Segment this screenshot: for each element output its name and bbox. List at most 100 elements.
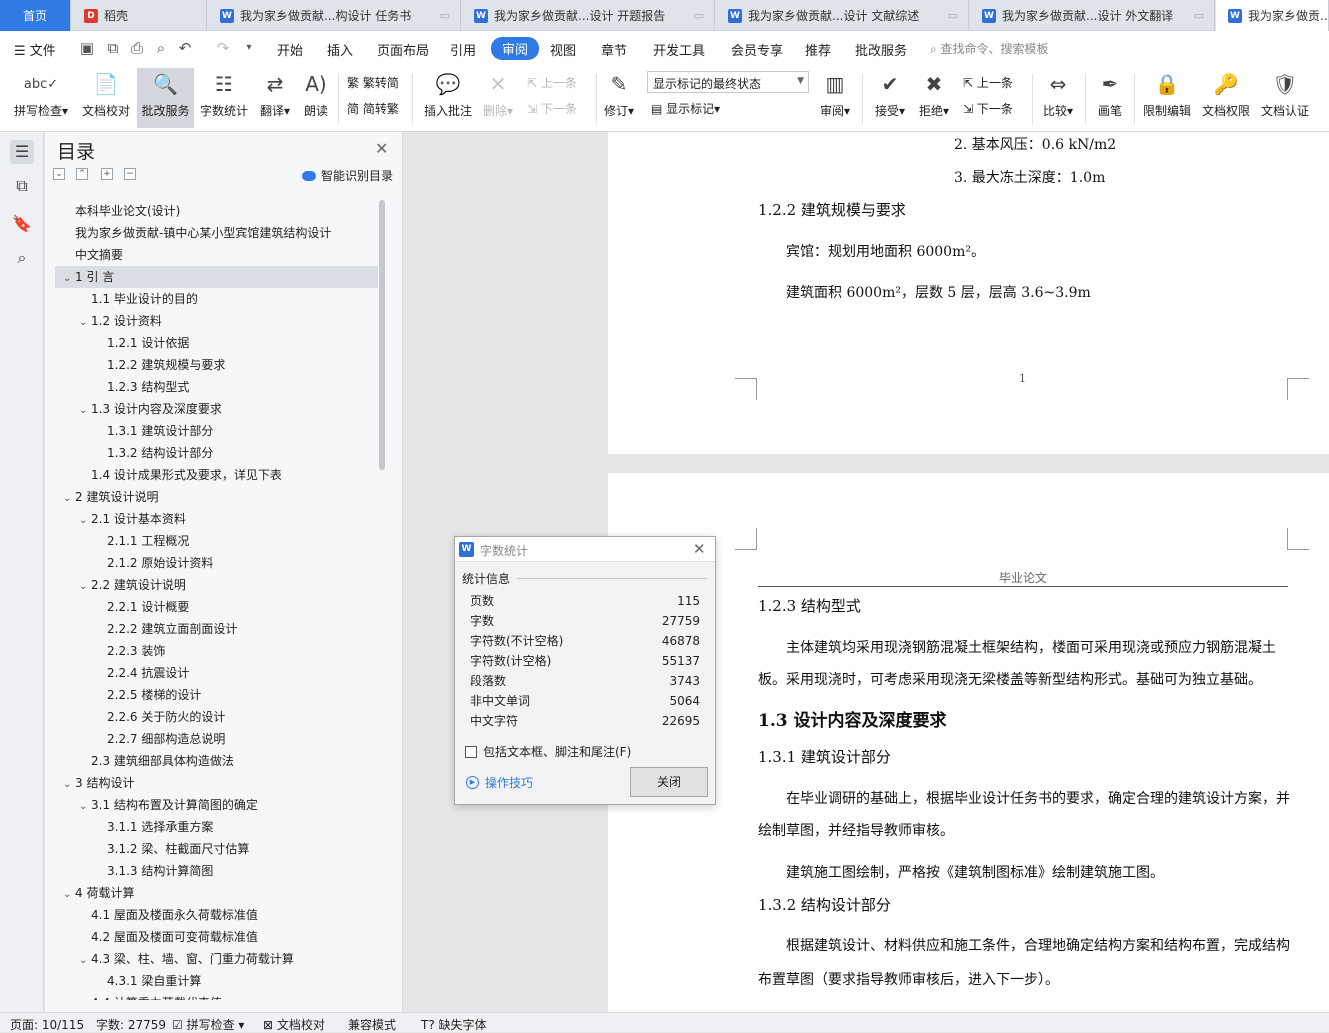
file-menu[interactable]: ☰ 文件 — [14, 40, 56, 59]
missing-font-button[interactable]: T? 缺失字体 — [421, 1016, 487, 1033]
menu-chapter[interactable]: 章节 — [601, 40, 627, 59]
menu-member[interactable]: 会员专享 — [731, 40, 783, 59]
close-icon[interactable]: ▭ — [440, 9, 450, 22]
toc-item[interactable]: ⌄ 1.2 设计资料 — [55, 310, 378, 332]
export-icon[interactable]: ⧉ — [104, 39, 122, 57]
toc-item[interactable]: ⌄ 3 结构设计 — [55, 772, 378, 794]
review-service-button[interactable]: 🔍 批改服务 — [137, 68, 194, 128]
spell-check-toggle[interactable]: ☑ 拼写检查 ▾ — [172, 1016, 244, 1033]
tab-doc-task[interactable]: W 我为家乡做贡献...构设计 任务书 ▭ — [208, 0, 461, 31]
scrollbar[interactable] — [379, 200, 385, 470]
toc-item[interactable]: 2.2.7 细部构造总说明 — [55, 728, 378, 750]
menu-recommend[interactable]: 推荐 — [805, 40, 831, 59]
prev-change-button[interactable]: ⇱ 上一条 — [963, 74, 1013, 91]
chevron-down-icon[interactable]: ⌄ — [63, 268, 75, 290]
delete-comment-button[interactable]: ✕ 删除▾ — [478, 68, 518, 128]
close-icon[interactable]: ▭ — [1194, 9, 1204, 22]
doc-permission-button[interactable]: 🔑 文档权限 — [1199, 68, 1253, 128]
toc-item[interactable]: 我为家乡做贡献-镇中心某小型宾馆建筑结构设计 — [55, 222, 378, 244]
chevron-down-icon[interactable]: ⌄ — [63, 488, 75, 510]
toc-item[interactable]: 2.2.4 抗震设计 — [55, 662, 378, 684]
toc-item[interactable]: 4.3.1 梁自重计算 — [55, 970, 378, 992]
toc-item[interactable]: 2.2.5 楼梯的设计 — [55, 684, 378, 706]
toc-item[interactable]: 4.1 屋面及楼面永久荷载标准值 — [55, 904, 378, 926]
translate-button[interactable]: ⇄ 翻译▾ — [255, 68, 295, 128]
toc-item[interactable]: 2.2.2 建筑立面剖面设计 — [55, 618, 378, 640]
toc-item[interactable]: 3.1.2 梁、柱截面尺寸估算 — [55, 838, 378, 860]
search-icon[interactable]: ⌕ — [10, 246, 34, 270]
doc-certify-button[interactable]: 🛡 文档认证 — [1258, 68, 1312, 128]
chevron-down-icon[interactable]: ⌄ — [63, 774, 75, 796]
preview-icon[interactable]: ⌕ — [152, 39, 170, 57]
menu-reference[interactable]: 引用 — [450, 40, 476, 59]
chevron-down-icon[interactable]: ⌄ — [79, 312, 91, 334]
tab-doc-active[interactable]: W 我为家乡做贡... — [1216, 0, 1329, 31]
tab-doc-proposal[interactable]: W 我为家乡做贡献...设计 开题报告 ▭ — [462, 0, 715, 31]
prev-comment-button[interactable]: ⇱ 上一条 — [527, 74, 577, 91]
pen-button[interactable]: ✒ 画笔 — [1092, 68, 1128, 128]
word-count-button[interactable]: ☷ 字数统计 — [197, 68, 251, 128]
reject-button[interactable]: ✖ 拒绝▾ — [914, 68, 954, 128]
toc-item[interactable]: ⌄ 1 引 言 — [55, 266, 378, 288]
simp-to-trad-button[interactable]: 简 简转繁 — [347, 100, 399, 117]
restrict-edit-button[interactable]: 🔒 限制编辑 — [1140, 68, 1194, 128]
toc-item[interactable]: ⌄ 2.2 建筑设计说明 — [55, 574, 378, 596]
outline-icon[interactable]: ⧉ — [10, 174, 34, 198]
collapse-all-icon[interactable]: ⌄ — [53, 168, 65, 180]
close-icon[interactable]: ✕ — [693, 540, 706, 558]
toc-item[interactable]: ⌄ 2.1 设计基本资料 — [55, 508, 378, 530]
toc-item[interactable]: 1.4 设计成果形式及要求，详见下表 — [55, 464, 378, 486]
tab-doc-translation[interactable]: W 我为家乡做贡献...设计 外文翻译 ▭ — [970, 0, 1215, 31]
toc-item[interactable]: ⌄4.4 计算重力荷载代表值 — [55, 992, 378, 1000]
toc-item[interactable]: 1.3.2 结构设计部分 — [55, 442, 378, 464]
dialog-titlebar[interactable]: W 字数统计 ✕ — [455, 537, 715, 562]
toc-item[interactable]: ⌄ 2 建筑设计说明 — [55, 486, 378, 508]
chevron-down-icon[interactable]: ⌄ — [79, 576, 91, 598]
chevron-down-icon[interactable]: ▾ — [240, 39, 258, 57]
menu-layout[interactable]: 页面布局 — [377, 40, 429, 59]
insert-comment-button[interactable]: 💬 插入批注 — [420, 68, 476, 128]
minus-icon[interactable]: − — [124, 168, 136, 180]
search-input[interactable]: ⌕ 查找命令、搜索模板 — [930, 40, 1049, 57]
markup-state-select[interactable]: 显示标记的最终状态 ▼ — [647, 71, 809, 93]
close-icon[interactable]: ▭ — [694, 9, 704, 22]
toc-item[interactable]: 2.2.1 设计概要 — [55, 596, 378, 618]
accept-button[interactable]: ✔ 接受▾ — [870, 68, 910, 128]
toc-item[interactable]: ⌄ 3.1 结构布置及计算简图的确定 — [55, 794, 378, 816]
toc-item[interactable]: 4.2 屋面及楼面可变荷载标准值 — [55, 926, 378, 948]
print-icon[interactable]: ⎙ — [128, 39, 146, 57]
spell-check-button[interactable]: abc✓ 拼写检查▾ — [8, 68, 74, 128]
menu-start[interactable]: 开始 — [277, 40, 303, 59]
plus-icon[interactable]: + — [101, 168, 113, 180]
next-comment-button[interactable]: ⇲ 下一条 — [527, 100, 577, 117]
toc-item[interactable]: 本科毕业论文(设计) — [55, 200, 378, 222]
show-markup-button[interactable]: ▤ 显示标记▾ — [651, 100, 720, 117]
chevron-down-icon[interactable]: ⌄ — [79, 400, 91, 422]
toc-item[interactable]: 1.2.1 设计依据 — [55, 332, 378, 354]
toc-item[interactable]: 2.2.6 关于防火的设计 — [55, 706, 378, 728]
toc-item[interactable]: 2.2.3 装饰 — [55, 640, 378, 662]
menu-view[interactable]: 视图 — [550, 40, 576, 59]
toc-item[interactable]: ⌄ 1.3 设计内容及深度要求 — [55, 398, 378, 420]
menu-review[interactable]: 审阅 — [491, 37, 540, 60]
expand-up-icon[interactable]: ⌃ — [76, 168, 88, 180]
toc-item[interactable]: 2.1.2 原始设计资料 — [55, 552, 378, 574]
toc-item[interactable]: 1.3.1 建筑设计部分 — [55, 420, 378, 442]
toc-item[interactable]: 1.2.2 建筑规模与要求 — [55, 354, 378, 376]
word-count-indicator[interactable]: 字数: 27759 — [96, 1016, 166, 1033]
page-indicator[interactable]: 页面: 10/115 — [10, 1016, 84, 1033]
tips-link[interactable]: ▶ 操作技巧 — [466, 774, 533, 791]
menu-insert[interactable]: 插入 — [327, 40, 353, 59]
undo-icon[interactable]: ↶ — [176, 39, 194, 57]
review-pane-button[interactable]: ▥ 审阅▾ — [816, 68, 854, 128]
toc-icon[interactable]: ☰ — [10, 140, 34, 164]
close-icon[interactable]: ▭ — [948, 9, 958, 22]
checkbox[interactable] — [465, 745, 477, 758]
doc-proof-button[interactable]: 📄 文档校对 — [78, 68, 134, 128]
track-changes-button[interactable]: ✎ 修订▾ — [600, 68, 638, 128]
chevron-down-icon[interactable]: ⌄ — [63, 884, 75, 906]
toc-item[interactable]: 2.3 建筑细部具体构造做法 — [55, 750, 378, 772]
chevron-down-icon[interactable]: ⌄ — [79, 796, 91, 818]
doc-proof-toggle[interactable]: ⊠ 文档校对 — [263, 1016, 325, 1033]
toc-item[interactable]: ⌄ 4.3 梁、柱、墙、窗、门重力荷载计算 — [55, 948, 378, 970]
